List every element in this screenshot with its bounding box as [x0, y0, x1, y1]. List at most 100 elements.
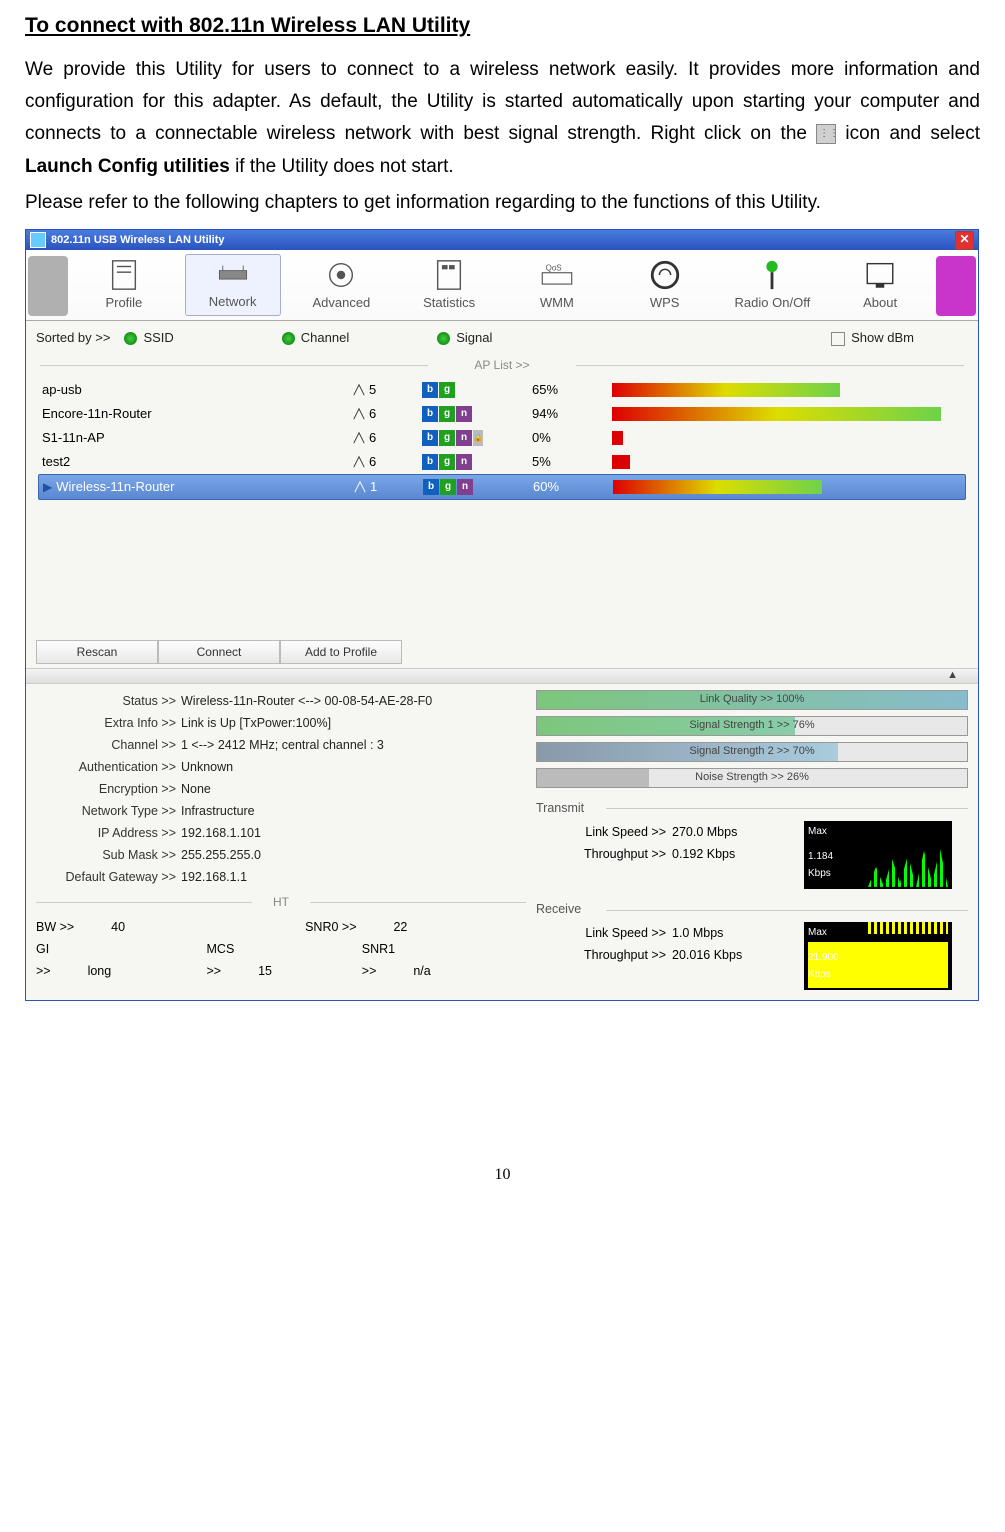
- snr1-label: SNR1 >>: [362, 942, 395, 978]
- tab-profile[interactable]: Profile: [77, 256, 171, 316]
- mode-chip-n: n: [456, 406, 472, 422]
- status-value: Wireless-11n-Router <--> 00-08-54-AE-28-…: [181, 690, 432, 712]
- nettype-value: Infrastructure: [181, 800, 255, 822]
- transmit-title: Transmit: [536, 798, 968, 819]
- ap-row[interactable]: test26bgn5%: [38, 450, 966, 474]
- tab-network[interactable]: Network: [185, 254, 281, 316]
- transmit-graph: Max 1.184 Kbps: [804, 821, 952, 889]
- close-icon[interactable]: ✕: [955, 231, 974, 250]
- title-bar[interactable]: 802.11n USB Wireless LAN Utility ✕: [26, 230, 978, 250]
- mode-chip-b: b: [422, 406, 438, 422]
- page-number: 10: [25, 1161, 980, 1188]
- nav-right-arrow[interactable]: [936, 256, 976, 316]
- auth-value: Unknown: [181, 756, 233, 778]
- mode-chip-n: n: [457, 479, 473, 495]
- mode-chip-b: b: [422, 454, 438, 470]
- tab-statistics[interactable]: Statistics: [402, 256, 496, 316]
- gw-label: Default Gateway >>: [36, 866, 181, 888]
- extrainfo-value: Link is Up [TxPower:100%]: [181, 712, 331, 734]
- channel-icon: [353, 480, 367, 494]
- play-icon: ▶: [43, 480, 52, 494]
- collapse-bar[interactable]: ▲: [26, 668, 978, 684]
- snr0-value: 22: [393, 920, 407, 934]
- nav-left-arrow[interactable]: [28, 256, 68, 316]
- signal2-bar: Signal Strength 2 >> 70%: [536, 742, 968, 762]
- noise-bar: Noise Strength >> 26%: [536, 768, 968, 788]
- ap-channel: 6: [369, 451, 376, 473]
- mode-chip-g: g: [439, 382, 455, 398]
- sort-signal[interactable]: Signal: [437, 327, 492, 349]
- signal1-bar: Signal Strength 1 >> 76%: [536, 716, 968, 736]
- ap-percent: 60%: [533, 476, 603, 498]
- intro-text: We provide this Utility for users to con…: [25, 54, 980, 219]
- ap-list-header: AP List >>: [40, 355, 964, 375]
- lock-icon: 🔒: [473, 430, 483, 446]
- sort-channel[interactable]: Channel: [282, 327, 349, 349]
- rx-throughput-value: 20.016 Kbps: [672, 944, 742, 966]
- intro-p2: Please refer to the following chapters t…: [25, 187, 980, 219]
- ap-percent: 65%: [532, 379, 602, 401]
- channel-value: 1 <--> 2412 MHz; central channel : 3: [181, 734, 384, 756]
- gw-value: 192.168.1.1: [181, 866, 247, 888]
- mode-chip-g: g: [440, 479, 456, 495]
- channel-label: Channel >>: [36, 734, 181, 756]
- tx-max-label: Max: [808, 823, 948, 840]
- signal-bar: [612, 407, 941, 421]
- radio-icon: [437, 332, 450, 345]
- show-dbm-checkbox[interactable]: Show dBm: [831, 327, 914, 349]
- ap-ssid: ap-usb: [42, 382, 82, 397]
- rescan-button[interactable]: Rescan: [36, 640, 158, 664]
- radio-icon: [282, 332, 295, 345]
- rx-linkspeed-label: Link Speed >>: [536, 922, 672, 944]
- snr0-label: SNR0 >>: [305, 920, 356, 934]
- sort-ssid[interactable]: SSID: [124, 327, 173, 349]
- ap-ssid: test2: [42, 454, 70, 469]
- ap-list: ap-usb5bg65%Encore-11n-Router6bgn94%S1-1…: [38, 378, 966, 500]
- section-heading: To connect with 802.11n Wireless LAN Uti…: [25, 8, 980, 44]
- ap-ssid: Encore-11n-Router: [42, 406, 152, 421]
- auth-label: Authentication >>: [36, 756, 181, 778]
- tab-radio[interactable]: Radio On/Off: [725, 256, 819, 316]
- connect-button[interactable]: Connect: [158, 640, 280, 664]
- rx-max-label: Max: [808, 924, 948, 941]
- mode-chip-b: b: [422, 430, 438, 446]
- channel-icon: [352, 383, 366, 397]
- channel-icon: [352, 431, 366, 445]
- tab-about[interactable]: About: [833, 256, 927, 316]
- button-row: Rescan Connect Add to Profile: [26, 640, 978, 668]
- mode-chip-g: g: [439, 454, 455, 470]
- ap-percent: 0%: [532, 427, 602, 449]
- ap-row[interactable]: ▶Wireless-11n-Router1bgn60%: [38, 474, 966, 500]
- mode-chip-g: g: [439, 406, 455, 422]
- tx-throughput-label: Throughput >>: [536, 843, 672, 865]
- details-panel: Status >>Wireless-11n-Router <--> 00-08-…: [26, 684, 978, 1001]
- add-profile-button[interactable]: Add to Profile: [280, 640, 402, 664]
- mode-chip-g: g: [439, 430, 455, 446]
- tx-linkspeed-value: 270.0 Mbps: [672, 821, 737, 843]
- signal-bar: [612, 431, 623, 445]
- intro-p1b: icon and select: [845, 123, 980, 144]
- ip-value: 192.168.1.101: [181, 822, 261, 844]
- ap-row[interactable]: Encore-11n-Router6bgn94%: [38, 402, 966, 426]
- gi-label: GI >>: [36, 942, 51, 978]
- mode-chip-b: b: [422, 382, 438, 398]
- tab-wmm[interactable]: QoSWMM: [510, 256, 604, 316]
- signal-bar: [612, 383, 840, 397]
- launch-config-label: Launch Config utilities: [25, 156, 230, 177]
- channel-icon: [352, 407, 366, 421]
- ap-row[interactable]: ap-usb 5 bg 65%: [38, 378, 966, 402]
- extrainfo-label: Extra Info >>: [36, 712, 181, 734]
- ht-header: HT: [36, 892, 526, 912]
- mode-chip-n: n: [456, 430, 472, 446]
- tx-linkspeed-label: Link Speed >>: [536, 821, 672, 843]
- sort-row: Sorted by >> SSID Channel Signal Show dB…: [26, 321, 978, 355]
- tab-wps[interactable]: WPS: [618, 256, 712, 316]
- radio-icon: [124, 332, 137, 345]
- tab-advanced[interactable]: Advanced: [294, 256, 388, 316]
- snr1-value: n/a: [413, 964, 430, 978]
- bw-value: 40: [111, 920, 125, 934]
- ap-row[interactable]: S1-11n-AP6bgn🔒0%: [38, 426, 966, 450]
- ap-channel: 5: [369, 379, 376, 401]
- checkbox-icon: [831, 332, 845, 346]
- mode-chip-b: b: [423, 479, 439, 495]
